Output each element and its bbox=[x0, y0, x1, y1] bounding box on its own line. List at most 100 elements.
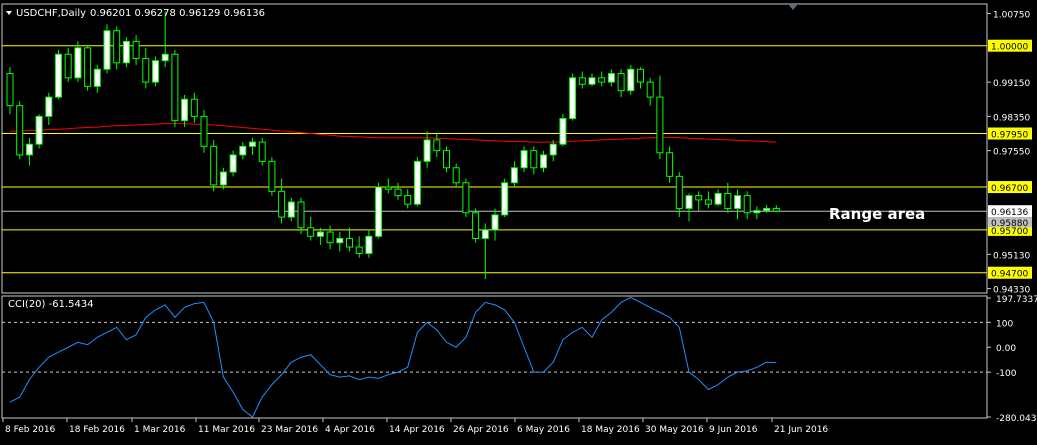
candle bbox=[171, 49, 179, 128]
candle-body bbox=[675, 175, 683, 209]
time-tick-label: 1 Mar 2016 bbox=[134, 425, 186, 435]
candle-body bbox=[443, 150, 450, 169]
candle-body bbox=[743, 195, 751, 214]
candle-body bbox=[753, 210, 761, 214]
time-tick-label: 8 Feb 2016 bbox=[5, 425, 56, 435]
candle-body bbox=[607, 73, 615, 83]
candle-body bbox=[219, 171, 227, 186]
cci-tick-label: 197.7337 bbox=[996, 295, 1037, 305]
candle-body bbox=[384, 186, 392, 190]
candle-body bbox=[637, 68, 644, 83]
candle bbox=[627, 64, 635, 95]
candle-body bbox=[74, 47, 82, 79]
candle bbox=[501, 178, 509, 218]
candle bbox=[520, 146, 528, 173]
candle-body bbox=[297, 201, 305, 229]
cci-tick-label: -100 bbox=[996, 369, 1017, 379]
candle bbox=[375, 182, 383, 239]
candle-body bbox=[656, 96, 664, 154]
candle-body bbox=[598, 77, 606, 83]
candle-body bbox=[695, 195, 703, 201]
candle-body bbox=[394, 188, 402, 197]
level-label: 0.94700 bbox=[991, 270, 1028, 280]
candle-body bbox=[772, 207, 780, 212]
candle-body bbox=[472, 212, 480, 239]
candle-body bbox=[724, 192, 732, 209]
candle-body bbox=[588, 77, 596, 85]
candle-body bbox=[714, 192, 722, 205]
candle-body bbox=[666, 152, 674, 177]
candle bbox=[258, 137, 266, 166]
candle-body bbox=[258, 141, 266, 162]
candle-body bbox=[25, 143, 33, 156]
candle-body bbox=[404, 195, 412, 205]
candle-body bbox=[181, 98, 189, 122]
candle-body bbox=[375, 186, 383, 237]
price-tick-label: 0.99150 bbox=[993, 79, 1030, 89]
candle-body bbox=[646, 81, 654, 98]
level-label: 0.96700 bbox=[991, 184, 1028, 194]
candle-body bbox=[45, 96, 53, 117]
candle-body bbox=[569, 77, 577, 120]
time-tick-label: 14 Apr 2016 bbox=[389, 425, 445, 435]
candle bbox=[462, 178, 470, 218]
candle bbox=[443, 146, 450, 173]
level-label: 0.97950 bbox=[991, 131, 1028, 141]
candle-body bbox=[268, 160, 276, 192]
time-tick-label: 23 Mar 2016 bbox=[261, 425, 318, 435]
candle-body bbox=[501, 182, 509, 216]
range-area-annotation: Range area bbox=[829, 205, 925, 223]
candle-body bbox=[355, 246, 363, 254]
candle bbox=[55, 49, 62, 100]
candle-body bbox=[734, 195, 741, 209]
candle bbox=[229, 150, 237, 177]
cci-tick-label: 100 bbox=[996, 319, 1013, 329]
candle-body bbox=[16, 105, 24, 156]
candle-body bbox=[122, 40, 130, 64]
candle-body bbox=[462, 182, 470, 214]
candle bbox=[74, 41, 82, 83]
time-tick-label: 9 Jun 2016 bbox=[709, 425, 758, 435]
time-tick-label: 4 Apr 2016 bbox=[325, 425, 375, 435]
candle-body bbox=[64, 53, 72, 79]
candle-body bbox=[103, 30, 111, 70]
level-label: 1.00000 bbox=[991, 43, 1028, 53]
candle-body bbox=[685, 195, 693, 209]
cci-tick-label: -280.0437 bbox=[996, 414, 1037, 424]
candle-body bbox=[278, 190, 286, 218]
candle-body bbox=[617, 73, 625, 92]
candle-body bbox=[316, 231, 324, 237]
cci-tick-label: 0.00 bbox=[996, 344, 1016, 354]
candle-body bbox=[84, 47, 92, 87]
candle-body bbox=[152, 60, 159, 83]
candle-body bbox=[239, 145, 247, 156]
candle-body bbox=[229, 154, 237, 173]
candle-body bbox=[510, 167, 518, 184]
time-tick-label: 26 Apr 2016 bbox=[453, 425, 509, 435]
hidden-price-label: 0.95880 bbox=[991, 219, 1028, 229]
candle-body bbox=[210, 145, 218, 186]
candle-body bbox=[113, 30, 121, 64]
candle bbox=[152, 56, 159, 87]
price-tick-label: 1.00750 bbox=[993, 11, 1030, 21]
candle bbox=[113, 26, 121, 70]
candle-body bbox=[307, 227, 315, 237]
candle-body bbox=[6, 73, 14, 107]
candle bbox=[16, 101, 24, 160]
time-tick-label: 21 Jun 2016 bbox=[774, 425, 828, 435]
candle-body bbox=[540, 154, 547, 169]
candle-body bbox=[452, 167, 460, 184]
ohlc-values: 0.96201 0.96278 0.96129 0.96136 bbox=[90, 8, 265, 19]
current-price-label: 0.96136 bbox=[991, 208, 1028, 218]
candle-body bbox=[55, 53, 62, 98]
candle-body bbox=[35, 115, 43, 145]
candle bbox=[268, 157, 276, 196]
candle-body bbox=[704, 199, 712, 205]
candle bbox=[103, 24, 111, 74]
candle bbox=[569, 73, 577, 121]
time-tick-label: 18 May 2016 bbox=[581, 425, 640, 435]
candle-body bbox=[365, 235, 373, 254]
candle bbox=[210, 139, 218, 192]
time-tick-label: 18 Feb 2016 bbox=[69, 425, 125, 435]
candle-body bbox=[627, 68, 635, 92]
